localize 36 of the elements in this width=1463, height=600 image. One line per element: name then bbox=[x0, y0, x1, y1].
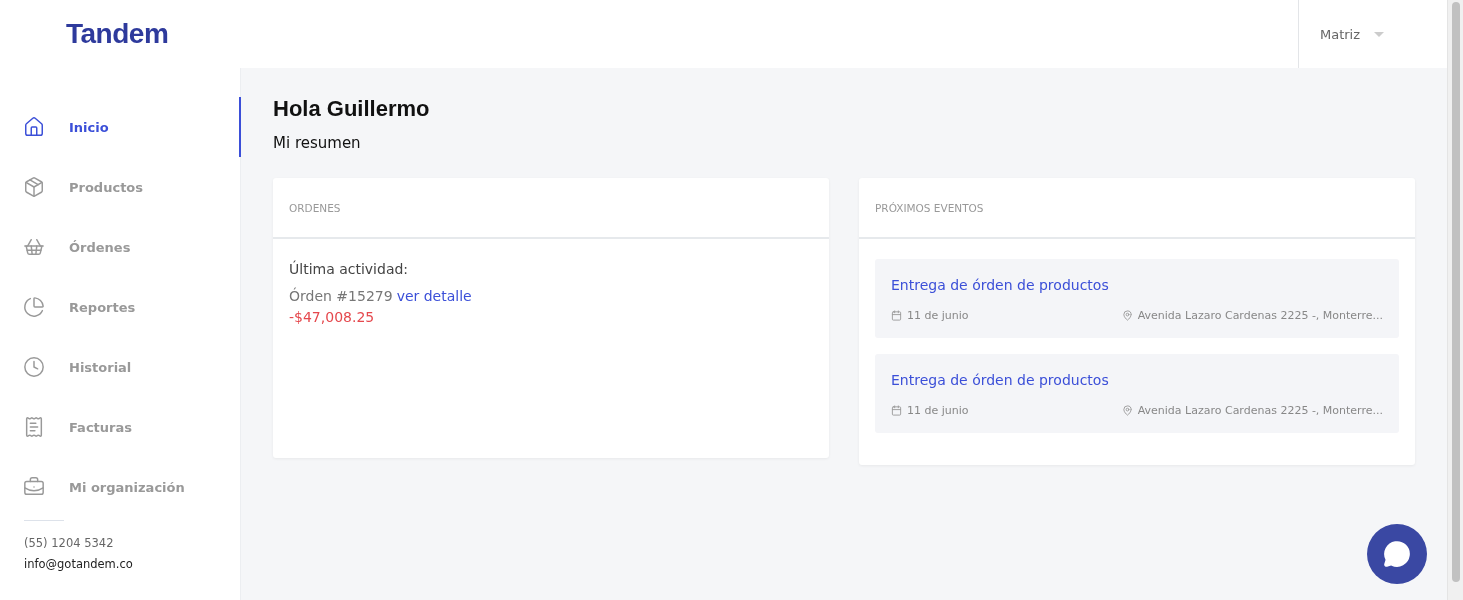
activity-label: Última actividad: bbox=[289, 259, 410, 279]
email-address: info@gotandem.co bbox=[24, 556, 134, 573]
map-pin-icon bbox=[1121, 405, 1133, 416]
chat-bubble-icon bbox=[1383, 540, 1411, 568]
box-icon bbox=[23, 176, 45, 198]
calendar-icon bbox=[891, 405, 902, 416]
event-date: 11 de junio bbox=[907, 309, 969, 322]
order-amount: -$47,008.25 bbox=[289, 308, 376, 327]
event-date: 11 de junio bbox=[907, 404, 969, 417]
event-location: Avenida Lazaro Cardenas 2225 -, Monterre... bbox=[1137, 404, 1383, 417]
card-title: PRÓXIMOS EVENTOS bbox=[859, 178, 1415, 239]
receipt-icon bbox=[23, 416, 45, 438]
event-title[interactable]: Entrega de órden de productos bbox=[891, 277, 1383, 293]
order-number: Órden #15279 bbox=[289, 286, 393, 306]
nav-item[interactable]: Inicio bbox=[0, 97, 241, 157]
event-title[interactable]: Entrega de órden de productos bbox=[891, 372, 1383, 388]
house-icon bbox=[23, 116, 45, 138]
chat-button[interactable] bbox=[1367, 524, 1427, 584]
detail-link[interactable]: ver detalle bbox=[396, 286, 472, 307]
card-title: ORDENES bbox=[273, 178, 829, 239]
greeting-title: Hola Guillermo bbox=[273, 96, 431, 122]
briefcase-icon bbox=[23, 476, 45, 498]
caret-icon bbox=[1374, 31, 1385, 37]
scrollbar-thumb[interactable] bbox=[1451, 2, 1460, 582]
clock-icon bbox=[23, 356, 45, 378]
pie-chart-icon bbox=[23, 296, 45, 318]
basket-icon bbox=[23, 236, 45, 258]
map-pin-icon bbox=[1121, 310, 1133, 321]
page-subtitle: Mi resumen bbox=[273, 134, 362, 152]
event-item[interactable]: Entrega de órden de productos 11 de junio Avenida Lazaro Cardenas 2225 -, Monterre... bbox=[875, 354, 1399, 433]
tandem-logo: Tandem bbox=[66, 18, 169, 50]
phone-number: (55) 1204 5342 bbox=[24, 535, 115, 552]
event-location: Avenida Lazaro Cardenas 2225 -, Monterre... bbox=[1137, 309, 1383, 322]
scrollbar[interactable] bbox=[1447, 0, 1463, 600]
calendar-icon bbox=[891, 310, 902, 321]
event-item[interactable]: Entrega de órden de productos 11 de junio Avenida Lazaro Cardenas 2225 -, Monterre... bbox=[875, 259, 1399, 338]
